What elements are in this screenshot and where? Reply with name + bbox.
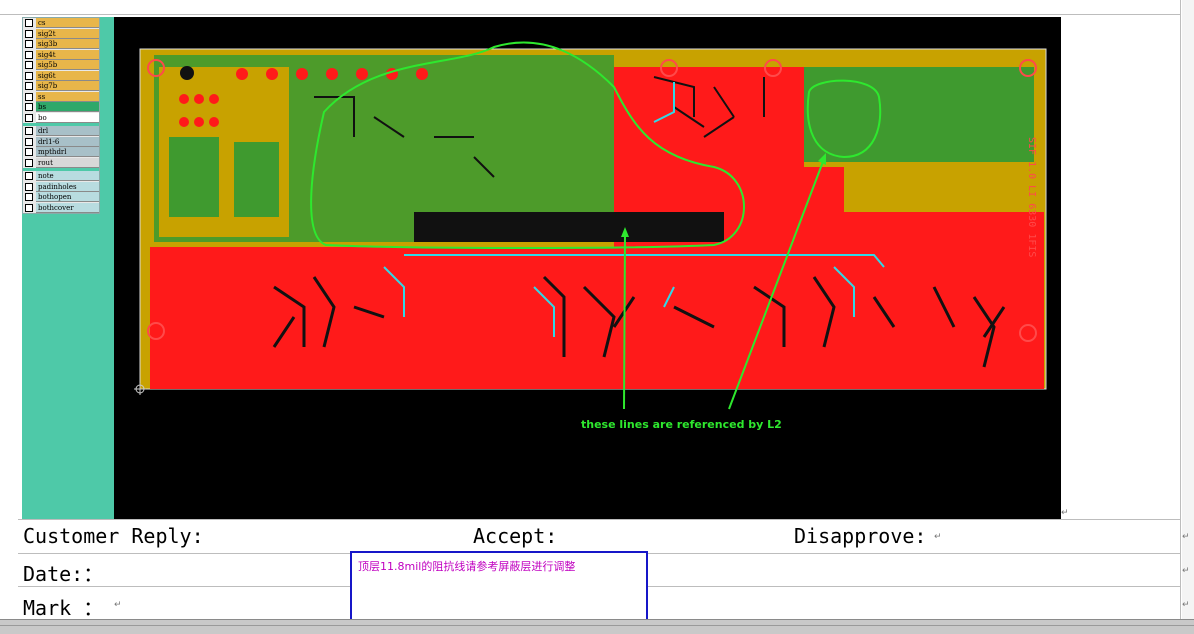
layer-name: padinholes bbox=[36, 181, 99, 192]
layer-row[interactable]: drl1-6 bbox=[23, 136, 99, 148]
layer-row[interactable]: padinholes bbox=[23, 181, 99, 193]
disapprove-label: Disapprove: bbox=[794, 524, 927, 548]
layer-row[interactable]: sig4t bbox=[23, 49, 99, 61]
layer-checkbox[interactable] bbox=[25, 172, 33, 181]
layer-row[interactable]: sig3b bbox=[23, 39, 99, 50]
layer-checkbox[interactable] bbox=[25, 103, 33, 112]
layer-name: bothcover bbox=[36, 202, 99, 213]
layer-row[interactable]: bothopen bbox=[23, 192, 99, 203]
layer-name: rout bbox=[36, 157, 99, 168]
comment-text: 顶层11.8mil的阻抗线请参考屏蔽层进行调整 bbox=[358, 560, 576, 573]
layer-row[interactable]: sig5b bbox=[23, 60, 99, 71]
customer-reply-label: Customer Reply: bbox=[23, 524, 204, 548]
layer-name: ss bbox=[36, 91, 99, 102]
layer-list: cs sig2t sig3b sig4t sig5b sig6t sig7b ss bs bo dr… bbox=[22, 17, 100, 214]
date-label: Date:： bbox=[23, 562, 104, 586]
document-top-border bbox=[0, 14, 1180, 15]
layer-checkbox[interactable] bbox=[25, 50, 33, 59]
table-line bbox=[18, 519, 1180, 520]
layer-checkbox[interactable] bbox=[25, 82, 33, 91]
pcb-drawing: SIF 1.0 LI 6330 1FIS these lines are ref… bbox=[114, 17, 1061, 519]
layer-name: bothopen bbox=[36, 192, 99, 203]
layer-row[interactable]: cs bbox=[23, 18, 99, 29]
paragraph-mark: ↵ bbox=[934, 532, 942, 542]
paragraph-mark: ↵ bbox=[114, 600, 122, 610]
layer-name: note bbox=[36, 171, 99, 182]
layer-checkbox[interactable] bbox=[25, 148, 33, 157]
layer-row[interactable]: bo bbox=[23, 112, 99, 124]
layer-name: sig7b bbox=[36, 81, 99, 92]
mark-label: Mark ： bbox=[23, 596, 104, 620]
layer-name: sig6t bbox=[36, 70, 99, 81]
board-side-label: SIF 1.0 LI 6330 1FIS bbox=[1026, 137, 1037, 257]
paragraph-mark: ↵ bbox=[1061, 508, 1069, 518]
layer-name: cs bbox=[36, 18, 99, 29]
vertical-ruler bbox=[1182, 0, 1194, 620]
layer-panel: cs sig2t sig3b sig4t sig5b sig6t sig7b ss bs bo dr… bbox=[22, 17, 114, 519]
layer-name: mpthdrl bbox=[36, 147, 99, 158]
layer-checkbox[interactable] bbox=[25, 61, 33, 70]
layer-name: sig3b bbox=[36, 39, 99, 50]
layer-checkbox[interactable] bbox=[25, 19, 33, 28]
layer-checkbox[interactable] bbox=[25, 92, 33, 101]
copper-bottom bbox=[150, 247, 1044, 389]
copper-right bbox=[844, 212, 1044, 249]
accept-label: Accept: bbox=[473, 524, 558, 548]
layer-row[interactable]: drl bbox=[23, 126, 99, 137]
layer-checkbox[interactable] bbox=[25, 193, 33, 202]
paragraph-mark: ↵ bbox=[1182, 532, 1190, 542]
black-strip bbox=[414, 212, 724, 242]
layer-row[interactable]: ss bbox=[23, 91, 99, 103]
layer-checkbox[interactable] bbox=[25, 71, 33, 80]
layer-row[interactable]: sig7b bbox=[23, 81, 99, 92]
layer-checkbox[interactable] bbox=[25, 29, 33, 38]
pcb-view: SIF 1.0 LI 6330 1FIS these lines are ref… bbox=[114, 17, 1061, 519]
layer-name: sig5b bbox=[36, 60, 99, 71]
document-right-border bbox=[1180, 0, 1181, 620]
layer-checkbox[interactable] bbox=[25, 137, 33, 146]
layer-row[interactable]: sig2t bbox=[23, 28, 99, 40]
paragraph-mark: ↵ bbox=[1182, 600, 1190, 610]
layer-row[interactable]: rout bbox=[23, 157, 99, 169]
layer-row[interactable]: bothcover bbox=[23, 202, 99, 214]
layer-checkbox[interactable] bbox=[25, 113, 33, 122]
paragraph-mark: ↵ bbox=[1182, 566, 1190, 576]
layer-name: sig4t bbox=[36, 49, 99, 60]
layer-name: sig2t bbox=[36, 28, 99, 39]
annotation-arrow-1 bbox=[623, 231, 626, 410]
layer-row[interactable]: mpthdrl bbox=[23, 147, 99, 158]
layer-row[interactable]: bs bbox=[23, 102, 99, 113]
layer-name: drl bbox=[36, 126, 99, 137]
layer-name: bs bbox=[36, 102, 99, 113]
layer-checkbox[interactable] bbox=[25, 203, 33, 212]
horizontal-scrollbar[interactable] bbox=[0, 619, 1194, 634]
annotation-label: these lines are referenced by L2 bbox=[581, 418, 782, 431]
layer-checkbox[interactable] bbox=[25, 182, 33, 191]
layer-row[interactable]: note bbox=[23, 171, 99, 182]
green-block bbox=[169, 137, 219, 217]
layer-checkbox[interactable] bbox=[25, 127, 33, 136]
layer-row[interactable]: sig6t bbox=[23, 70, 99, 82]
mounting-hole-black bbox=[180, 66, 194, 80]
pcb-screenshot: cs sig2t sig3b sig4t sig5b sig6t sig7b ss bs bo dr… bbox=[22, 17, 1061, 519]
layer-checkbox[interactable] bbox=[25, 40, 33, 49]
green-block-2 bbox=[234, 142, 279, 217]
comment-textbox[interactable]: 顶层11.8mil的阻抗线请参考屏蔽层进行调整 bbox=[350, 551, 648, 622]
layer-name: drl1-6 bbox=[36, 136, 99, 147]
layer-checkbox[interactable] bbox=[25, 158, 33, 167]
layer-name: bo bbox=[36, 112, 99, 123]
